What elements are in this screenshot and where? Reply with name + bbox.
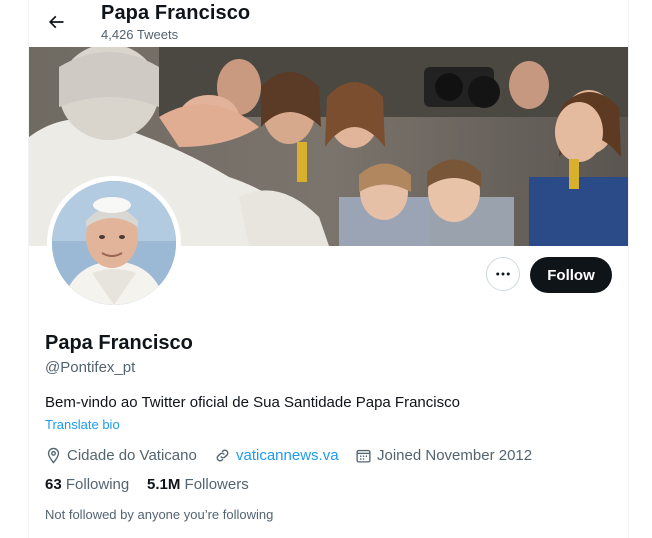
avatar-image bbox=[52, 181, 176, 305]
back-button[interactable] bbox=[43, 9, 69, 35]
calendar-icon bbox=[355, 447, 372, 464]
profile-joined: Joined November 2012 bbox=[355, 445, 532, 465]
profile-column: Papa Francisco 4,426 Tweets Follow Papa … bbox=[28, 0, 629, 538]
more-horizontal-icon bbox=[496, 272, 510, 276]
profile-name: Papa Francisco bbox=[45, 332, 193, 354]
location-text: Cidade do Vaticano bbox=[67, 446, 197, 464]
more-options-button[interactable] bbox=[486, 257, 520, 291]
header-title: Papa Francisco bbox=[101, 2, 251, 24]
followers-label: Followers bbox=[184, 476, 249, 493]
followers-count: 5.1M bbox=[147, 476, 181, 493]
link-icon bbox=[214, 447, 231, 464]
following-count: 63 bbox=[45, 476, 62, 493]
follow-button[interactable]: Follow bbox=[530, 257, 612, 293]
profile-bio: Bem-vindo ao Twitter oficial de Sua Sant… bbox=[45, 394, 460, 411]
joined-text: Joined November 2012 bbox=[377, 446, 533, 464]
arrow-left-icon bbox=[48, 15, 64, 29]
following-label: Following bbox=[65, 476, 130, 493]
profile-handle: @Pontifex_pt bbox=[45, 359, 136, 376]
profile-website[interactable]: vaticannews.va bbox=[214, 445, 339, 465]
location-pin-icon bbox=[45, 447, 62, 464]
profile-avatar[interactable] bbox=[47, 176, 181, 310]
following-stat[interactable]: 63 Following bbox=[45, 476, 129, 493]
not-followed-note: Not followed by anyone you’re following bbox=[45, 507, 274, 522]
translate-bio-link[interactable]: Translate bio bbox=[45, 417, 120, 432]
website-link[interactable]: vaticannews.va bbox=[236, 447, 339, 464]
profile-location: Cidade do Vaticano bbox=[45, 445, 197, 465]
tweet-count: 4,426 Tweets bbox=[101, 27, 179, 42]
profile-header-bar: Papa Francisco 4,426 Tweets bbox=[29, 0, 628, 47]
followers-stat[interactable]: 5.1M Followers bbox=[147, 476, 249, 493]
